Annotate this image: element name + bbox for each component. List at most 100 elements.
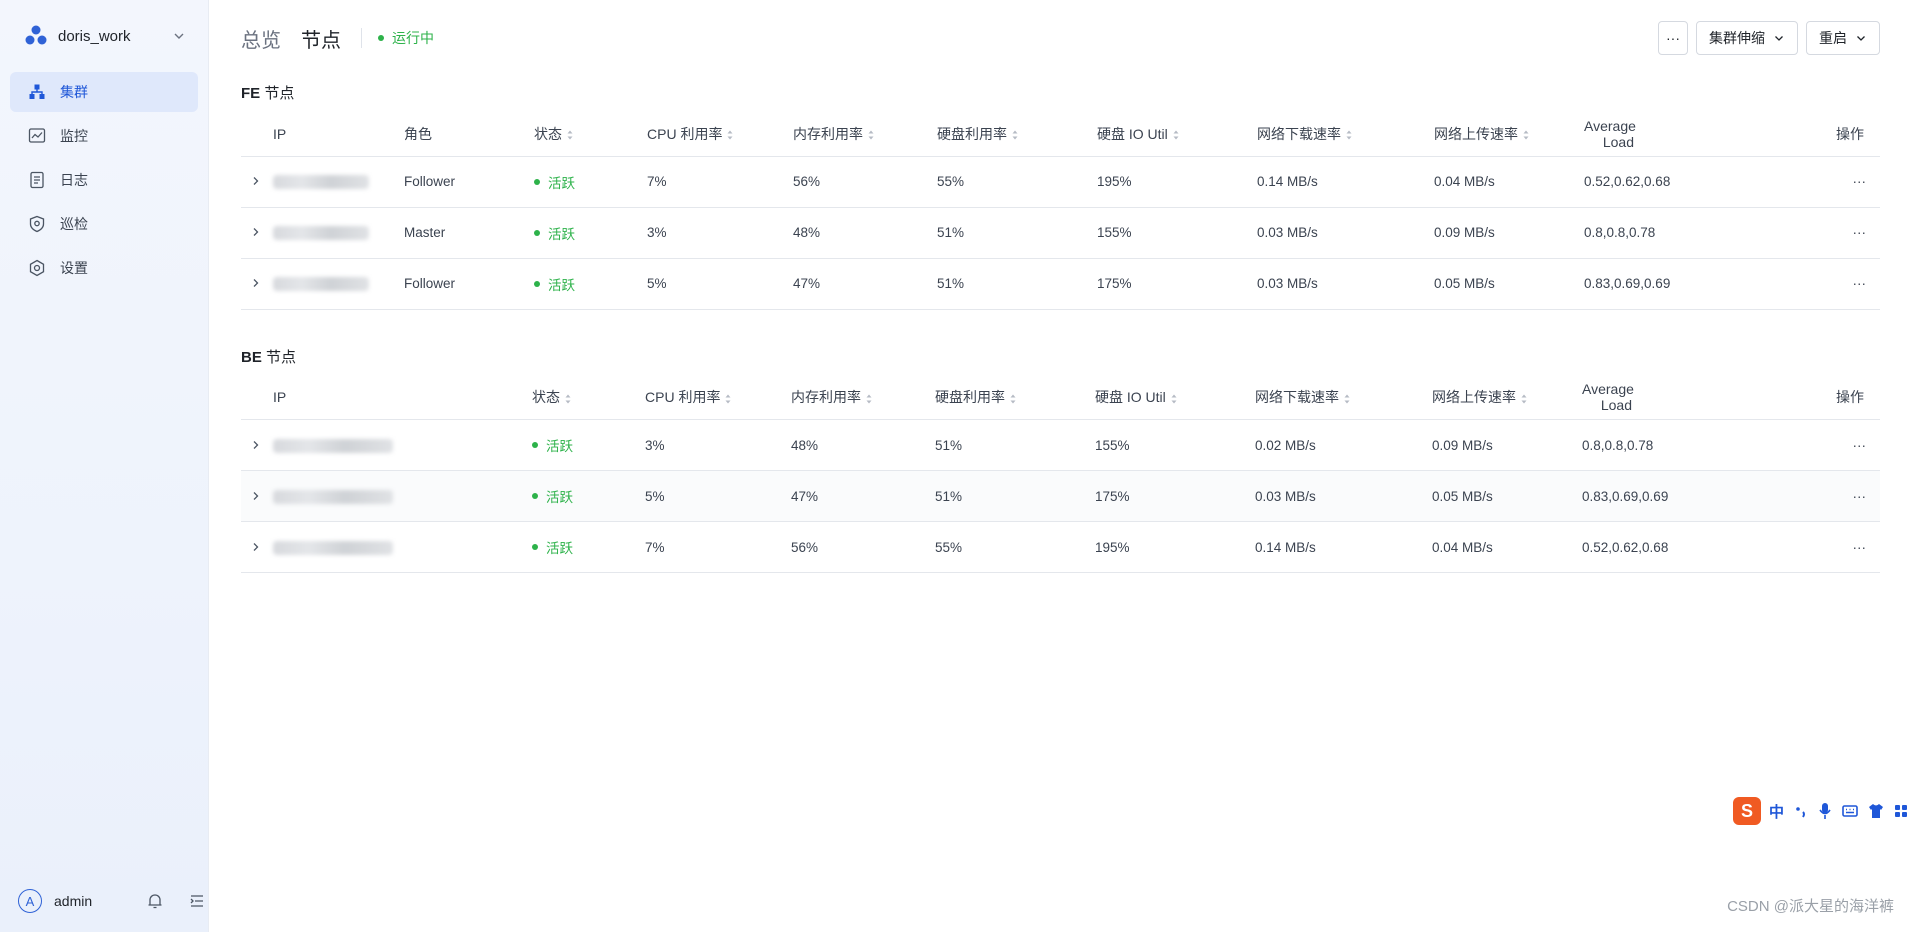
header-cell-disk[interactable]: 硬盘利用率 [937, 112, 1097, 157]
header-cell-io[interactable]: 硬盘 IO Util [1095, 375, 1255, 420]
more-button[interactable]: ··· [1658, 21, 1688, 55]
row-actions-button[interactable]: ··· [1742, 470, 1880, 522]
header-mem-label: 内存利用率 [791, 389, 861, 406]
table-row[interactable]: 活跃 7% 56% 55% 195% 0.14 MB/s 0.04 MB/s 0… [241, 521, 1880, 573]
header-down-label: 网络下载速率 [1255, 389, 1339, 406]
shield-icon [29, 215, 45, 233]
header-cell-disk[interactable]: 硬盘利用率 [935, 375, 1095, 420]
header-state-label: 状态 [534, 125, 562, 142]
ime-logo[interactable]: S [1732, 797, 1761, 825]
sidebar-item-monitor[interactable]: 监控 [10, 116, 198, 156]
header-io-label: 硬盘 IO Util [1095, 389, 1166, 406]
state-dot [534, 229, 540, 236]
header-cell-ip: IP [273, 375, 532, 420]
header-cell-down[interactable]: 网络下载速率 [1255, 375, 1432, 420]
sidebar-item-label: 日志 [60, 172, 88, 188]
more-icon: ··· [1666, 30, 1680, 46]
ip-redacted [273, 540, 393, 555]
table-row[interactable]: Master 活跃 3% 48% 51% 155% 0.03 MB/s 0.09… [241, 207, 1880, 259]
header-cell-down[interactable]: 网络下载速率 [1257, 112, 1434, 157]
cell-disk: 51% [937, 207, 1097, 259]
avatar[interactable]: A [18, 889, 42, 913]
cell-role: Follower [404, 156, 534, 208]
header-cell-mem[interactable]: 内存利用率 [791, 375, 935, 420]
chevron-right-icon[interactable] [251, 491, 261, 501]
cell-io: 175% [1095, 470, 1255, 522]
sidebar-item-settings[interactable]: 设置 [10, 248, 198, 288]
row-actions-button[interactable]: ··· [1742, 521, 1880, 573]
chevron-right-icon[interactable] [251, 227, 261, 237]
chevron-right-icon[interactable] [251, 440, 261, 450]
keyboard-icon[interactable] [1842, 804, 1858, 818]
header: 总览 节点 运行中 ··· 集群伸缩 重启 [241, 0, 1880, 76]
ime-language-toggle[interactable]: 中 [1769, 801, 1784, 822]
row-actions-button[interactable]: ··· [1742, 419, 1880, 471]
header-cpu-label: CPU 利用率 [645, 389, 721, 406]
ip-redacted [273, 438, 393, 453]
header-cell-state[interactable]: 状态 [534, 112, 647, 157]
cell-role: Follower [404, 258, 534, 310]
chevron-down-icon[interactable] [172, 29, 186, 43]
header-up-label: 网络上传速率 [1434, 125, 1518, 142]
state-text: 活跃 [548, 226, 575, 242]
punctuation-icon[interactable] [1794, 803, 1808, 819]
table-row[interactable]: 活跃 5% 47% 51% 175% 0.03 MB/s 0.05 MB/s 0… [241, 470, 1880, 522]
chevron-right-icon[interactable] [251, 278, 261, 288]
header-cell-state[interactable]: 状态 [532, 375, 645, 420]
sort-icon [1171, 394, 1177, 404]
cell-io: 195% [1095, 521, 1255, 573]
gear-icon [29, 259, 45, 277]
state-dot [532, 442, 538, 448]
cell-cpu: 3% [647, 207, 793, 259]
microphone-icon[interactable] [1818, 802, 1832, 820]
table-row[interactable]: Follower 活跃 7% 56% 55% 195% 0.14 MB/s 0.… [241, 156, 1880, 208]
cell-up: 0.05 MB/s [1434, 258, 1584, 310]
workspace-switcher[interactable]: doris_work [0, 0, 208, 72]
cell-load: 0.52,0.62,0.68 [1584, 156, 1744, 208]
header-cell-cpu[interactable]: CPU 利用率 [645, 375, 791, 420]
sidebar: doris_work 集群 监控 日志 巡检 设置 A admin [0, 0, 209, 932]
chevron-right-icon[interactable] [251, 542, 261, 552]
sidebar-item-label: 设置 [60, 260, 88, 276]
scale-label: 集群伸缩 [1709, 30, 1765, 46]
ip-redacted [273, 489, 393, 504]
tab-nodes[interactable]: 节点 [301, 24, 341, 53]
status-dot [378, 35, 384, 41]
sidebar-item-inspection[interactable]: 巡检 [10, 204, 198, 244]
scale-button[interactable]: 集群伸缩 [1696, 21, 1798, 55]
table-row[interactable]: Follower 活跃 5% 47% 51% 175% 0.03 MB/s 0.… [241, 258, 1880, 310]
header-cell-up[interactable]: 网络上传速率 [1434, 112, 1584, 157]
restart-button[interactable]: 重启 [1806, 21, 1880, 55]
cell-io: 155% [1097, 207, 1257, 259]
row-actions-button[interactable]: ··· [1744, 156, 1880, 208]
ime-toolbar[interactable]: S 中 [1728, 796, 1912, 826]
sidebar-item-logs[interactable]: 日志 [10, 160, 198, 200]
chevron-right-icon[interactable] [251, 176, 261, 186]
bell-icon[interactable] [146, 892, 164, 910]
state-dot [534, 280, 540, 287]
cell-up: 0.04 MB/s [1432, 521, 1582, 573]
state-text: 活跃 [546, 439, 573, 454]
skin-shirt-icon[interactable] [1868, 803, 1884, 819]
tab-overview[interactable]: 总览 [241, 24, 281, 53]
sidebar-item-cluster[interactable]: 集群 [10, 72, 198, 112]
username[interactable]: admin [54, 893, 134, 909]
header-state-label: 状态 [532, 389, 560, 406]
header-cell-mem[interactable]: 内存利用率 [793, 112, 937, 157]
state-badge: 活跃 [534, 274, 575, 294]
sort-icon [1010, 394, 1016, 404]
header-cell-io[interactable]: 硬盘 IO Util [1097, 112, 1257, 157]
row-actions-button[interactable]: ··· [1744, 258, 1880, 310]
header-cell-cpu[interactable]: CPU 利用率 [647, 112, 793, 157]
grid-apps-icon[interactable] [1894, 804, 1908, 818]
table-row[interactable]: 活跃 3% 48% 51% 155% 0.02 MB/s 0.09 MB/s 0… [241, 419, 1880, 471]
status-badge: 运行中 [378, 28, 434, 48]
header-divider [361, 28, 362, 48]
cell-up: 0.05 MB/s [1432, 470, 1582, 522]
header-cell-up[interactable]: 网络上传速率 [1432, 375, 1582, 420]
collapse-menu-icon[interactable] [188, 892, 206, 910]
watermark: CSDN @派大星的海洋裤 [1727, 898, 1894, 915]
cell-disk: 55% [937, 156, 1097, 208]
state-badge: 活跃 [534, 223, 575, 243]
row-actions-button[interactable]: ··· [1744, 207, 1880, 259]
